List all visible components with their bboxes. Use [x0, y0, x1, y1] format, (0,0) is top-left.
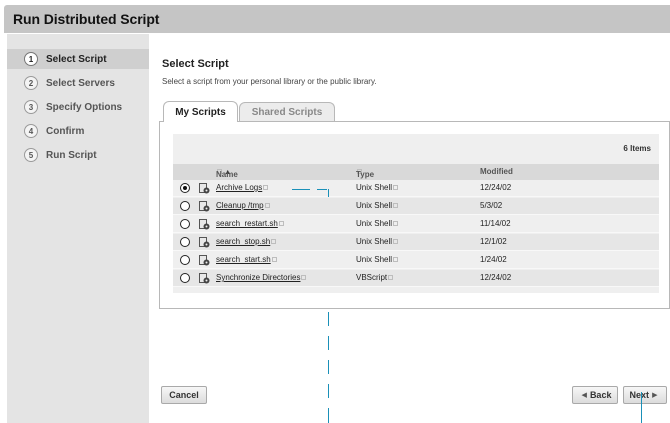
table-header: Name ▲ Type Modified: [173, 164, 659, 180]
script-name-link[interactable]: search_stop.sh: [216, 237, 277, 246]
step-label: Select Servers: [46, 77, 115, 89]
cell-menu-icon[interactable]: [271, 239, 277, 244]
table-row[interactable]: Cleanup /tmp Unix Shell 5/3/02: [173, 198, 659, 215]
cell-menu-icon[interactable]: [393, 221, 399, 226]
cell-menu-icon[interactable]: [278, 221, 284, 226]
script-type: Unix Shell: [356, 201, 399, 210]
step-run-script[interactable]: 5 Run Script: [7, 145, 149, 165]
table-row[interactable]: search_restart.sh Unix Shell 11/14/02: [173, 216, 659, 233]
script-type: Unix Shell: [356, 255, 399, 264]
tab-shared-scripts[interactable]: Shared Scripts: [239, 102, 335, 122]
table-row[interactable]: search_start.sh Unix Shell 1/24/02: [173, 252, 659, 269]
script-name-link[interactable]: Archive Logs: [216, 183, 269, 192]
step-number: 2: [24, 76, 38, 90]
script-modified: 5/3/02: [480, 201, 503, 210]
script-type: VBScript: [356, 273, 394, 282]
script-modified: 12/1/02: [480, 237, 507, 246]
script-gear-icon: [199, 237, 210, 248]
back-button[interactable]: ◀ Back: [572, 386, 618, 404]
step-number: 4: [24, 124, 38, 138]
tab-my-scripts[interactable]: My Scripts: [163, 101, 238, 122]
column-header-name[interactable]: Name ▲: [216, 167, 238, 179]
right-arrow-icon: ▶: [652, 392, 658, 399]
guide-line: [328, 384, 329, 398]
row-radio-selected[interactable]: [180, 183, 190, 193]
step-select-servers[interactable]: 2 Select Servers: [7, 73, 149, 93]
window-title: Run Distributed Script: [13, 11, 160, 27]
script-name-link[interactable]: Synchronize Directories: [216, 273, 307, 282]
script-gear-icon: [199, 201, 210, 212]
next-button[interactable]: Next ▶: [623, 386, 667, 404]
script-gear-icon: [199, 219, 210, 230]
guide-line: [328, 360, 329, 374]
item-count: 6 Items: [623, 144, 651, 153]
step-number: 5: [24, 148, 38, 162]
step-confirm[interactable]: 4 Confirm: [7, 121, 149, 141]
cell-menu-icon[interactable]: [301, 275, 307, 280]
table-row[interactable]: search_stop.sh Unix Shell 12/1/02: [173, 234, 659, 251]
cell-menu-icon[interactable]: [393, 185, 399, 190]
cell-menu-icon[interactable]: [263, 185, 269, 190]
script-type: Unix Shell: [356, 183, 399, 192]
script-type: Unix Shell: [356, 219, 399, 228]
script-name-link[interactable]: search_start.sh: [216, 255, 277, 264]
step-label: Run Script: [46, 149, 97, 161]
guide-line: [641, 392, 642, 423]
guide-line: [328, 336, 329, 350]
page-title: Select Script: [162, 58, 229, 70]
title-bar: Run Distributed Script: [4, 5, 670, 33]
tab-panel: 6 Items Name ▲ Type Modified Archive Log…: [159, 121, 670, 309]
step-label: Specify Options: [46, 101, 123, 113]
script-type: Unix Shell: [356, 237, 399, 246]
script-name-link[interactable]: Cleanup /tmp: [216, 201, 270, 210]
table-row[interactable]: Synchronize Directories VBScript 12/24/0…: [173, 270, 659, 287]
scripts-table: 6 Items Name ▲ Type Modified Archive Log…: [173, 134, 659, 293]
script-name-link[interactable]: search_restart.sh: [216, 219, 284, 228]
script-gear-icon: [199, 255, 210, 266]
row-radio[interactable]: [180, 237, 190, 247]
table-row[interactable]: Archive Logs Unix Shell 12/24/02: [173, 180, 659, 197]
script-gear-icon: [199, 183, 210, 194]
guide-line: [328, 312, 329, 326]
page-subtitle: Select a script from your personal libra…: [162, 77, 377, 86]
cell-menu-icon[interactable]: [393, 203, 399, 208]
column-header-type[interactable]: Type: [356, 167, 374, 179]
left-arrow-icon: ◀: [581, 392, 587, 399]
script-modified: 12/24/02: [480, 183, 512, 192]
step-number: 3: [24, 100, 38, 114]
cell-menu-icon[interactable]: [393, 239, 399, 244]
cell-menu-icon[interactable]: [388, 275, 394, 280]
step-label: Select Script: [46, 53, 107, 65]
step-specify-options[interactable]: 3 Specify Options: [7, 97, 149, 117]
row-radio[interactable]: [180, 219, 190, 229]
row-radio[interactable]: [180, 273, 190, 283]
cell-menu-icon[interactable]: [271, 257, 277, 262]
script-modified: 11/14/02: [480, 219, 511, 228]
guide-line: [328, 408, 329, 423]
guide-line: [317, 189, 327, 190]
row-radio[interactable]: [180, 201, 190, 211]
steps-sidebar: 1 Select Script 2 Select Servers 3 Speci…: [7, 34, 149, 423]
step-number: 1: [24, 52, 38, 66]
script-modified: 1/24/02: [480, 255, 507, 264]
step-select-script[interactable]: 1 Select Script: [7, 49, 149, 69]
column-header-modified[interactable]: Modified: [480, 167, 513, 176]
main-content: Select Script Select a script from your …: [149, 34, 670, 423]
guide-line: [328, 189, 329, 197]
guide-line: [292, 189, 310, 190]
cell-menu-icon[interactable]: [264, 203, 270, 208]
script-gear-icon: [199, 273, 210, 284]
cancel-button[interactable]: Cancel: [161, 386, 207, 404]
script-modified: 12/24/02: [480, 273, 512, 282]
cell-menu-icon[interactable]: [393, 257, 399, 262]
step-label: Confirm: [46, 125, 85, 137]
row-radio[interactable]: [180, 255, 190, 265]
